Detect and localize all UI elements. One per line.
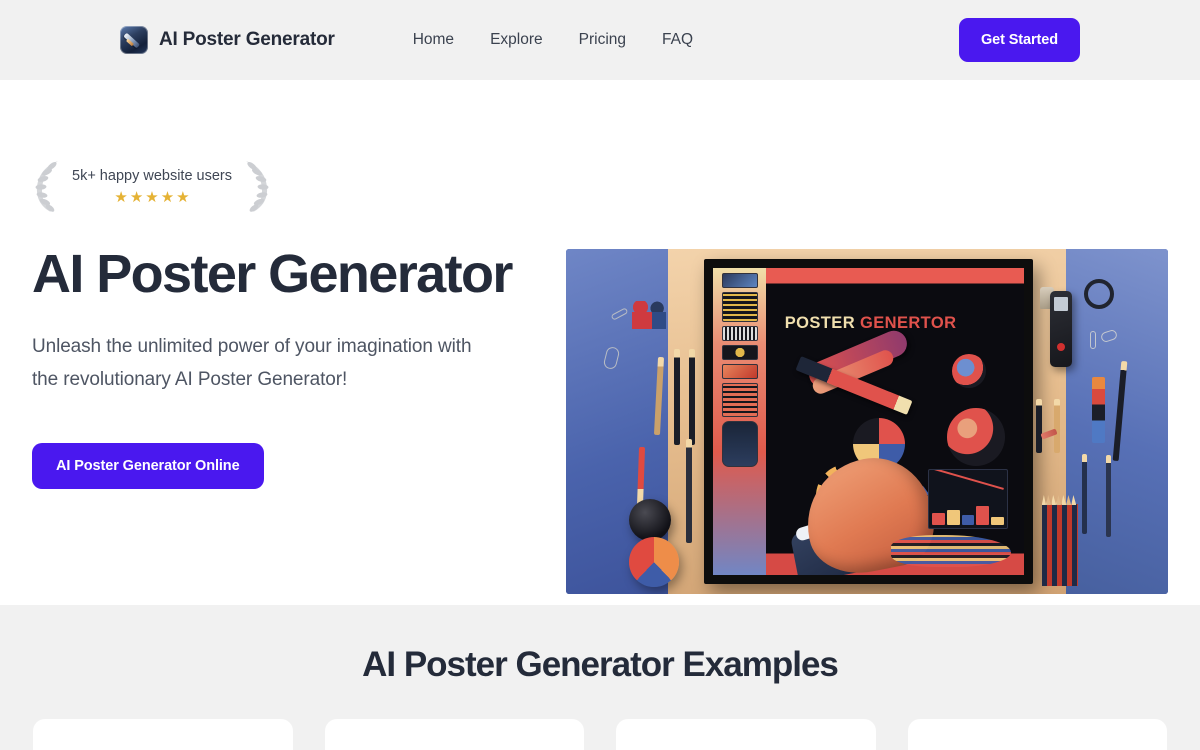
star-icon: ★ xyxy=(145,188,159,206)
social-proof-text: 5k+ happy website users xyxy=(72,167,232,184)
poster-headline-part1: POSTER xyxy=(784,314,856,332)
ring-decor xyxy=(1083,279,1114,309)
rating-stars: ★ ★ ★ ★ ★ xyxy=(114,190,189,205)
poster-wave xyxy=(891,535,1012,567)
pencil-decor xyxy=(674,349,681,445)
examples-section: AI Poster Generator Examples xyxy=(0,605,1200,750)
examples-card-grid xyxy=(0,719,1200,750)
pie-chart-decor xyxy=(629,537,680,587)
laurel-wreath-right-icon xyxy=(246,161,269,212)
laurel-wreath-left-icon xyxy=(35,161,58,212)
poster-artwork: POSTER GENERTOR xyxy=(713,268,1024,575)
example-card-2[interactable] xyxy=(324,719,584,750)
social-proof-badge: 5k+ happy website users ★ ★ ★ ★ ★ xyxy=(32,158,566,214)
poster-chip xyxy=(721,421,759,467)
poster-spiral xyxy=(946,408,1005,466)
hero-content: 5k+ happy website users ★ ★ ★ ★ ★ AI Pos… xyxy=(32,80,566,605)
nav-item-pricing[interactable]: Pricing xyxy=(579,31,662,49)
poster-chip xyxy=(721,364,759,379)
pencil-bundle-decor xyxy=(1041,504,1078,586)
site-header: AI Poster Generator Home Explore Pricing… xyxy=(0,0,1200,80)
brush-app-icon xyxy=(120,26,148,54)
framed-poster: POSTER GENERTOR xyxy=(704,259,1033,584)
hero-image-column: POSTER GENERTOR xyxy=(566,80,1168,605)
star-icon: ★ xyxy=(114,188,128,206)
pencil-decor xyxy=(1105,455,1111,537)
poster-chip xyxy=(721,292,759,322)
pencil-decor xyxy=(1081,454,1087,534)
poster-headline: POSTER GENERTOR xyxy=(785,314,957,333)
poster-chart xyxy=(928,469,1009,529)
figurines-decor xyxy=(632,301,667,329)
pencil-decor xyxy=(686,439,693,543)
chart-line xyxy=(934,470,1004,490)
hero-subtitle: Unleash the unlimited power of your imag… xyxy=(32,336,472,390)
paperclip-icon xyxy=(1089,331,1096,349)
poster-tool-strip xyxy=(713,268,767,575)
example-card-3[interactable] xyxy=(616,719,876,750)
knob-decor xyxy=(629,499,672,541)
hero-section: 5k+ happy website users ★ ★ ★ ★ ★ AI Pos… xyxy=(0,80,1200,605)
get-started-button[interactable]: Get Started xyxy=(958,18,1080,62)
star-icon: ★ xyxy=(176,188,190,206)
main-navigation: Home Explore Pricing FAQ xyxy=(413,31,693,49)
examples-title: AI Poster Generator Examples xyxy=(362,645,839,684)
pencil-decor xyxy=(689,349,696,445)
brand[interactable]: AI Poster Generator xyxy=(120,26,335,54)
nav-item-explore[interactable]: Explore xyxy=(490,31,579,49)
nav-item-faq[interactable]: FAQ xyxy=(662,31,693,49)
brand-name: AI Poster Generator xyxy=(159,29,335,50)
poster-chip xyxy=(721,326,759,341)
poster-chip xyxy=(721,383,759,417)
poster-shape xyxy=(952,354,987,388)
ai-poster-generator-online-button[interactable]: AI Poster Generator Online xyxy=(32,442,264,489)
remote-control-decor xyxy=(1049,291,1072,367)
page-title: AI Poster Generator xyxy=(32,244,513,304)
star-icon: ★ xyxy=(129,188,144,206)
pencil-decor xyxy=(1035,399,1042,453)
social-proof-text-group: 5k+ happy website users ★ ★ ★ ★ ★ xyxy=(66,168,238,205)
poster-chip xyxy=(721,273,759,288)
nav-item-home[interactable]: Home xyxy=(413,31,490,49)
pencil-decor xyxy=(1053,399,1060,453)
example-card-4[interactable] xyxy=(907,719,1167,750)
chart-bars xyxy=(932,503,1005,525)
poster-headline-part2: GENERTOR xyxy=(860,314,957,332)
star-icon: ★ xyxy=(160,188,175,206)
hero-image: POSTER GENERTOR xyxy=(566,249,1168,594)
example-card-1[interactable] xyxy=(33,719,293,750)
color-swatch-decor xyxy=(1091,377,1105,443)
poster-chip xyxy=(721,345,759,360)
